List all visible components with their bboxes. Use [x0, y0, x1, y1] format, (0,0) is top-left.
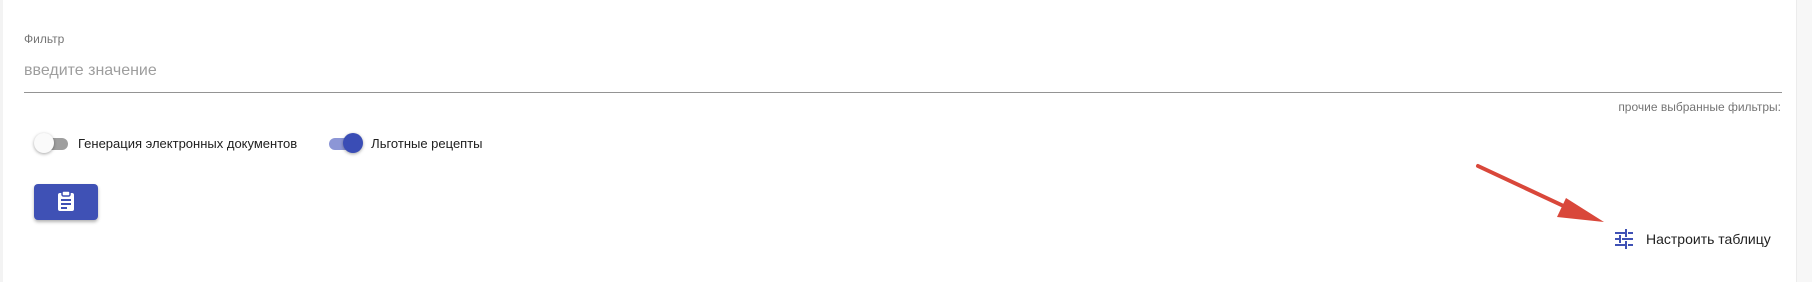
toggle-label: Генерация электронных документов: [78, 135, 298, 151]
filter-underline: [24, 92, 1782, 93]
filter-label: Фильтр: [24, 32, 65, 46]
scrollbar-track[interactable]: [1796, 0, 1812, 282]
left-border: [0, 0, 3, 282]
toggle-thumb: [343, 133, 364, 153]
configure-table-label: Настроить таблицу: [1646, 231, 1771, 247]
clipboard-button[interactable]: [34, 184, 98, 220]
other-filters-label: прочие выбранные фильтры:: [1618, 100, 1781, 114]
filter-field: Фильтр: [24, 24, 1782, 94]
clipboard-icon: [57, 189, 75, 215]
toggle-electronic-documents[interactable]: Генерация электронных документов: [34, 133, 297, 153]
page: Фильтр прочие выбранные фильтры: Генерац…: [0, 0, 1812, 282]
toggle-row: Генерация электронных документов Льготны…: [34, 131, 483, 155]
toggle-label: Льготные рецепты: [371, 135, 483, 151]
configure-table-button[interactable]: Настроить таблицу: [1612, 226, 1771, 252]
toggle-preferential-prescriptions[interactable]: Льготные рецепты: [327, 133, 483, 153]
tune-icon: [1612, 227, 1636, 251]
toggle-thumb: [34, 133, 54, 153]
toggle-switch-off[interactable]: [34, 133, 70, 153]
filter-input[interactable]: [24, 56, 1782, 86]
toggle-switch-on[interactable]: [327, 133, 364, 153]
